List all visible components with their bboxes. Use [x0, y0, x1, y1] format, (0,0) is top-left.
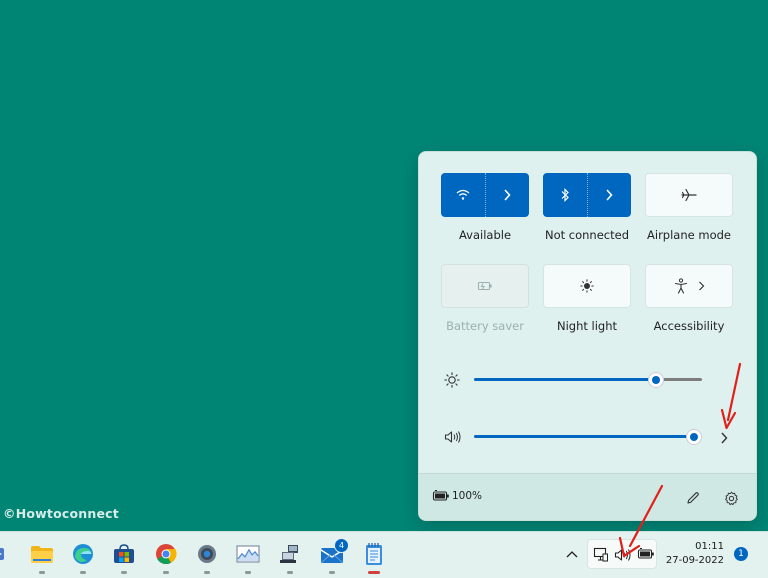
wifi-icon — [456, 189, 470, 200]
network-app[interactable] — [278, 542, 302, 566]
settings-app[interactable] — [195, 542, 219, 566]
network-icon — [593, 547, 608, 562]
notification-count-badge[interactable]: 1 — [734, 547, 748, 561]
volume-thumb[interactable] — [686, 429, 702, 445]
chrome-icon — [156, 544, 177, 565]
accessibility-icon — [674, 278, 687, 294]
bluetooth-icon — [561, 188, 569, 202]
night-light-label: Night light — [556, 319, 618, 333]
battery-saver-icon — [477, 281, 492, 291]
chrome-app[interactable] — [154, 542, 178, 566]
taskbar: 4 01:11 27-09-2022 1 — [0, 531, 768, 578]
volume-slider[interactable] — [474, 429, 702, 445]
edge-icon — [73, 544, 93, 564]
accessibility-tile[interactable] — [645, 264, 733, 308]
file-explorer-app[interactable] — [30, 542, 54, 566]
quick-settings-flyout: Available Not connected Airplane mode Ba… — [418, 151, 757, 521]
network-computer-icon — [280, 545, 298, 563]
chevron-right-icon — [504, 189, 511, 201]
volume-track-fill — [474, 435, 694, 438]
battery-percentage[interactable]: 100% — [452, 490, 482, 502]
task-manager-app[interactable] — [236, 542, 260, 566]
pencil-icon — [687, 492, 699, 504]
taskbar-app-partial[interactable] — [0, 544, 8, 564]
brightness-slider[interactable] — [474, 372, 702, 388]
airplane-icon — [681, 188, 697, 202]
quick-settings-tray-button[interactable] — [587, 539, 657, 569]
all-settings-button[interactable] — [721, 488, 741, 508]
settings-gear-icon — [198, 545, 216, 563]
store-icon — [114, 544, 134, 563]
edge-app[interactable] — [71, 542, 95, 566]
wifi-tile[interactable] — [441, 173, 529, 217]
bluetooth-tile[interactable] — [543, 173, 631, 217]
chevron-right-icon — [721, 432, 728, 444]
notepad-icon — [366, 543, 382, 565]
notepad-app[interactable] — [362, 542, 386, 566]
wifi-expand-button[interactable] — [485, 173, 529, 217]
edit-quick-settings-button[interactable] — [683, 488, 703, 508]
performance-chart-icon — [236, 545, 260, 563]
taskbar-clock[interactable]: 01:11 27-09-2022 — [662, 540, 724, 568]
airplane-mode-label: Airplane mode — [647, 228, 731, 242]
night-light-icon — [580, 279, 594, 293]
chevron-right-icon — [698, 281, 704, 291]
night-light-tile[interactable] — [543, 264, 631, 308]
wifi-label: Available — [458, 228, 512, 242]
wifi-toggle[interactable] — [441, 173, 485, 217]
show-hidden-icons-button[interactable] — [564, 546, 580, 562]
brightness-track-fill — [474, 378, 656, 381]
accessibility-label: Accessibility — [653, 319, 725, 333]
bluetooth-label: Not connected — [544, 228, 630, 242]
chevron-up-icon — [566, 551, 578, 558]
clock-time: 01:11 — [695, 541, 724, 552]
chevron-right-icon — [606, 189, 613, 201]
folder-icon — [31, 546, 53, 563]
clock-date: 27-09-2022 — [665, 555, 724, 566]
speaker-icon[interactable] — [443, 428, 461, 446]
mail-app[interactable]: 4 — [320, 538, 349, 566]
microsoft-store-app[interactable] — [112, 542, 136, 566]
battery-icon — [637, 548, 654, 559]
brightness-thumb[interactable] — [648, 372, 664, 388]
bluetooth-expand-button[interactable] — [587, 173, 631, 217]
bluetooth-toggle[interactable] — [543, 173, 587, 217]
battery-saver-label: Battery saver — [446, 319, 524, 333]
volume-output-button[interactable] — [715, 429, 733, 447]
mail-unread-badge: 4 — [334, 538, 349, 553]
flyout-footer: 100% — [419, 473, 756, 520]
battery-icon — [432, 490, 449, 501]
airplane-mode-tile[interactable] — [645, 173, 733, 217]
watermark: ©Howtoconnect — [3, 506, 119, 521]
brightness-icon — [443, 371, 461, 389]
speaker-icon — [614, 549, 631, 561]
battery-saver-tile[interactable] — [441, 264, 529, 308]
gear-icon — [724, 491, 738, 505]
